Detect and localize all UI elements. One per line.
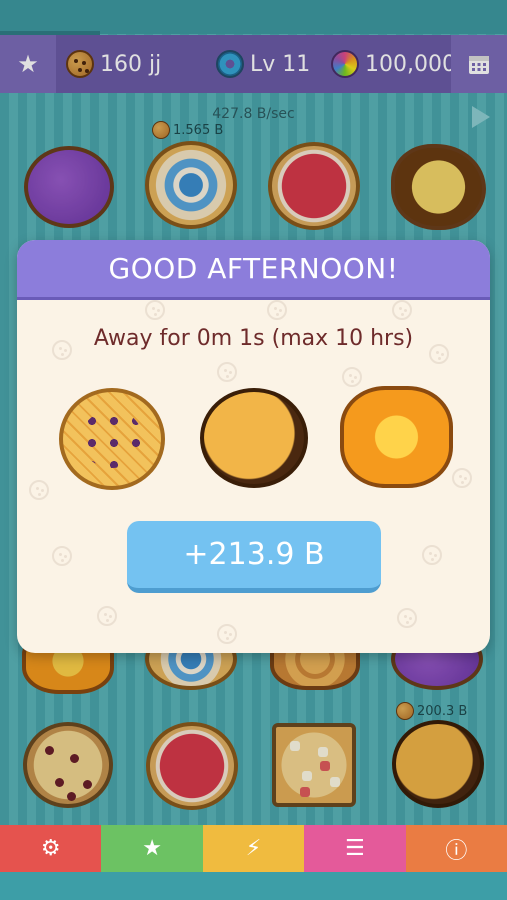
background-cookie-icon	[342, 367, 362, 387]
background-cookie-icon	[392, 300, 412, 320]
gear-icon: ⚙	[40, 836, 61, 861]
dialog-title: GOOD AFTERNOON!	[108, 252, 399, 285]
dark-round-cookie	[200, 388, 308, 488]
background-cookie-icon	[97, 606, 117, 626]
boost-tab[interactable]: ⚡	[202, 825, 305, 872]
background-cookie-icon	[52, 546, 72, 566]
background-cookie-icon	[145, 300, 165, 320]
star-icon: ★	[142, 836, 162, 861]
flower-cookie	[340, 386, 453, 488]
menu-tab[interactable]: ☰	[304, 825, 406, 872]
favorites-tab[interactable]: ★	[101, 825, 203, 872]
info-icon: ⓘ	[445, 838, 468, 864]
welcome-back-dialog: GOOD AFTERNOON! Away for 0m 1s (max 10 h…	[17, 240, 490, 653]
list-icon: ☰	[345, 836, 365, 861]
bottom-navigation: ⚙ ★ ⚡ ☰ ⓘ	[0, 825, 507, 872]
dialog-header: GOOD AFTERNOON!	[17, 240, 490, 300]
background-cookie-icon	[267, 300, 287, 320]
waffle-pie-cookie	[59, 388, 165, 490]
background-cookie-icon	[217, 362, 237, 382]
info-tab[interactable]: ⓘ	[405, 825, 507, 872]
claim-button[interactable]: +213.9 B	[127, 521, 381, 593]
background-cookie-icon	[217, 624, 237, 644]
background-cookie-icon	[422, 545, 442, 565]
background-cookie-icon	[397, 608, 417, 628]
lightning-icon: ⚡	[245, 836, 262, 861]
bottom-strip	[0, 872, 507, 900]
background-cookie-icon	[452, 468, 472, 488]
background-cookie-icon	[29, 480, 49, 500]
settings-tab[interactable]: ⚙	[0, 825, 102, 872]
away-duration-text: Away for 0m 1s (max 10 hrs)	[93, 326, 414, 351]
